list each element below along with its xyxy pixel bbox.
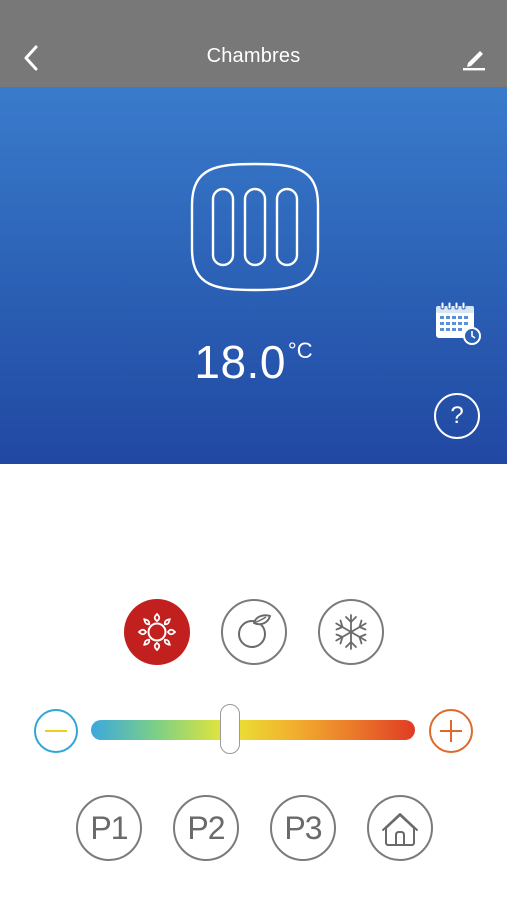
mode-eco-button[interactable] [221, 599, 287, 665]
radiator-icon [190, 162, 320, 292]
pencil-icon [463, 51, 485, 71]
mode-comfort-button[interactable] [124, 599, 190, 665]
leaf-icon [238, 614, 271, 648]
calendar-clock-icon [436, 301, 481, 345]
preset-p2-button[interactable]: P2 [173, 795, 239, 861]
temperature-value: 18.0 [194, 336, 286, 388]
preset-p3-label: P3 [284, 809, 322, 846]
temperature-readout: 18.0°C [0, 335, 507, 389]
edit-button[interactable] [459, 45, 489, 73]
mode-frost-button[interactable] [318, 599, 384, 665]
schedule-button[interactable] [432, 299, 484, 351]
page-title: Chambres [206, 45, 301, 67]
home-icon [382, 813, 418, 846]
decrease-temperature-button[interactable] [34, 709, 78, 753]
preset-p1-button[interactable]: P1 [76, 795, 142, 861]
help-label: ? [450, 402, 464, 429]
thermostat-panel: 18.0°C ? [0, 87, 507, 464]
increase-temperature-button[interactable] [429, 709, 473, 753]
preset-p3-button[interactable]: P3 [270, 795, 336, 861]
top-bar: Chambres [0, 0, 507, 87]
temperature-unit: °C [287, 338, 313, 363]
sun-icon [137, 612, 177, 652]
temperature-slider-thumb[interactable] [220, 704, 241, 754]
help-button[interactable]: ? [434, 393, 480, 439]
snowflake-icon [335, 614, 367, 650]
temperature-slider-track[interactable] [91, 720, 415, 740]
preset-p2-label: P2 [187, 809, 225, 846]
preset-home-button[interactable] [367, 795, 433, 861]
preset-p1-label: P1 [90, 809, 128, 846]
